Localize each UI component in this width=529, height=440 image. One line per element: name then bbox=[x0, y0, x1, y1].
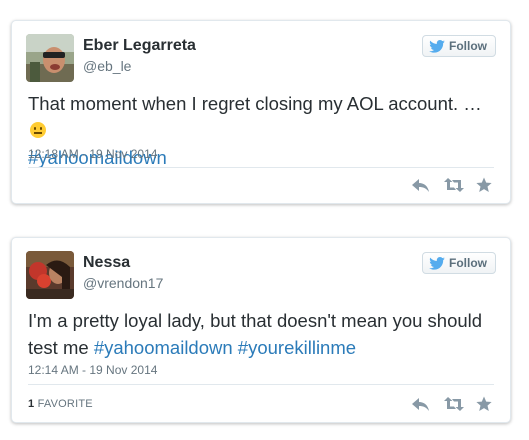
tweet-card: Nessa @vrendon17 Follow I'm a pretty loy… bbox=[11, 237, 511, 423]
hashtag-link[interactable]: #yahoomaildown bbox=[94, 337, 233, 358]
reply-icon[interactable] bbox=[412, 177, 430, 193]
user-handle[interactable]: @eb_le bbox=[83, 58, 131, 74]
follow-button[interactable]: Follow bbox=[422, 252, 496, 274]
favorites-count[interactable]: 1 FAVORITE bbox=[28, 398, 93, 410]
tweet-text: I'm a pretty loyal lady, but that doesn'… bbox=[28, 307, 498, 361]
tweet-timestamp[interactable]: 12:14 AM - 19 Nov 2014 bbox=[28, 363, 157, 377]
follow-label: Follow bbox=[449, 256, 487, 270]
avatar[interactable] bbox=[26, 251, 74, 299]
user-name[interactable]: Eber Legarreta bbox=[83, 37, 196, 55]
twitter-bird-icon bbox=[429, 39, 445, 53]
tweet-body: That moment when I regret closing my AOL… bbox=[28, 93, 482, 114]
divider bbox=[28, 167, 494, 168]
favorite-icon[interactable] bbox=[476, 177, 494, 193]
favorite-icon[interactable] bbox=[476, 396, 494, 412]
retweet-icon[interactable] bbox=[444, 177, 464, 193]
tweet-card: Eber Legarreta @eb_le Follow That moment… bbox=[11, 20, 511, 204]
neutral-face-emoji-icon bbox=[30, 122, 46, 138]
tweet-actions bbox=[412, 396, 494, 412]
user-handle[interactable]: @vrendon17 bbox=[83, 275, 163, 291]
twitter-bird-icon bbox=[429, 256, 445, 270]
divider bbox=[28, 384, 494, 385]
retweet-icon[interactable] bbox=[444, 396, 464, 412]
favorites-number: 1 bbox=[28, 398, 35, 410]
user-name[interactable]: Nessa bbox=[83, 254, 130, 272]
tweet-timestamp[interactable]: 12:18 AM - 19 Nov 2014 bbox=[28, 147, 157, 161]
follow-label: Follow bbox=[449, 39, 487, 53]
tweet-actions bbox=[412, 177, 494, 193]
follow-button[interactable]: Follow bbox=[422, 35, 496, 57]
avatar[interactable] bbox=[26, 34, 74, 82]
reply-icon[interactable] bbox=[412, 396, 430, 412]
favorites-label: FAVORITE bbox=[37, 398, 93, 410]
hashtag-link[interactable]: #yourekillinme bbox=[238, 337, 356, 358]
